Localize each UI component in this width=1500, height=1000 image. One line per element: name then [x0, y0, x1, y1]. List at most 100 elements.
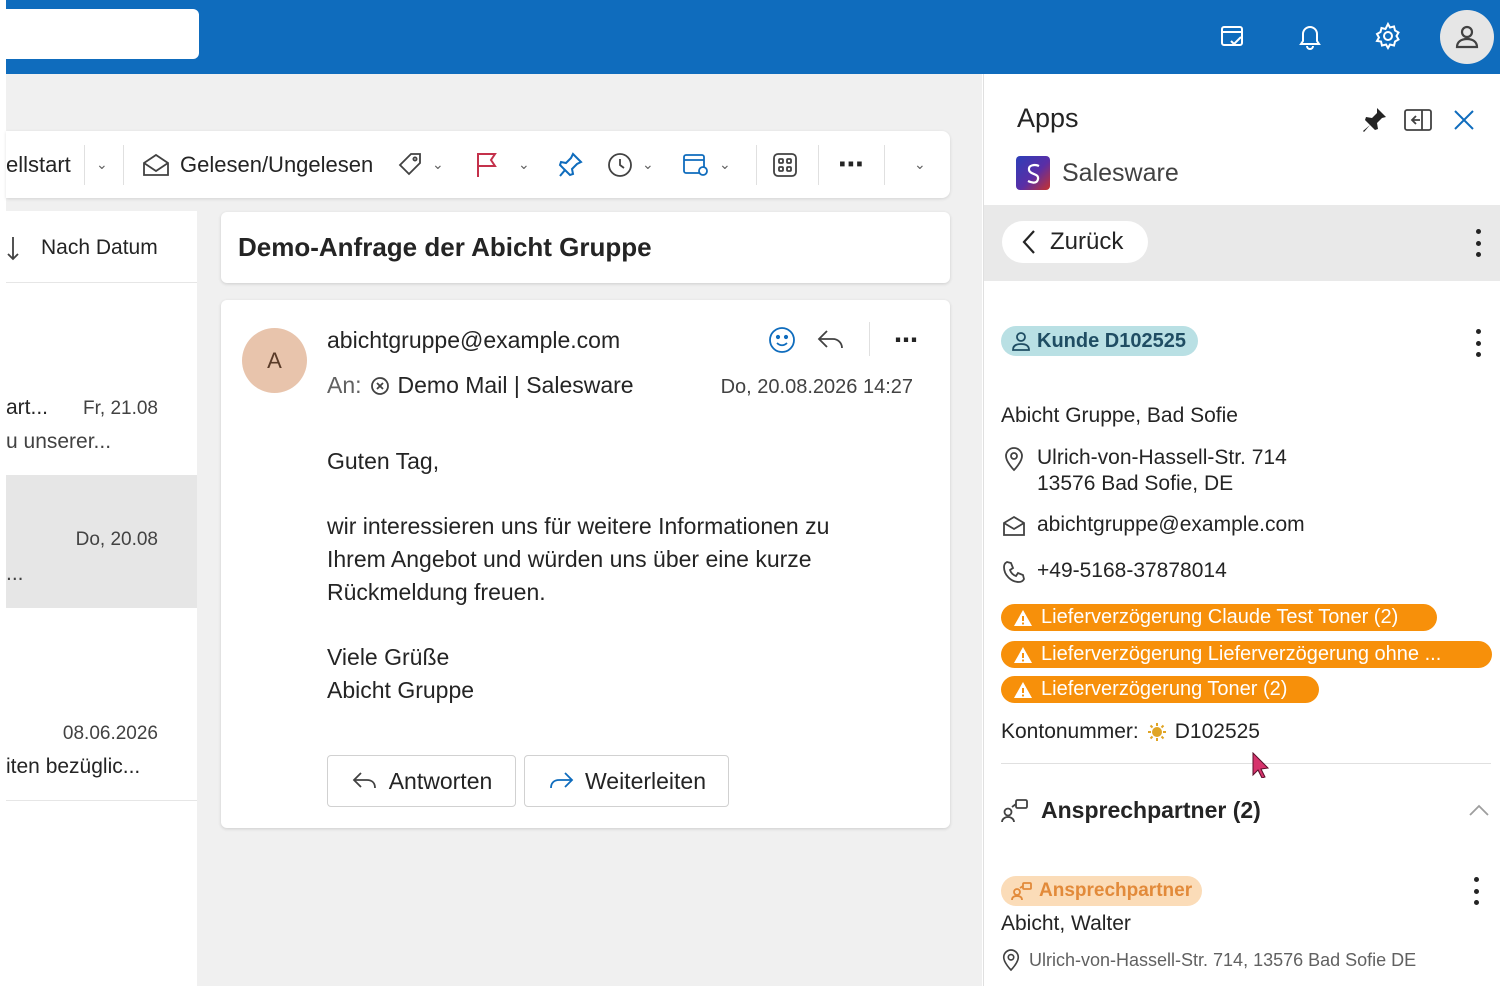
address-line2: 13576 Bad Sofie, DE [1037, 472, 1234, 495]
sort-row[interactable]: Nach Datum [6, 211, 197, 283]
reply-label: Antworten [388, 767, 493, 794]
warning-triangle-icon [1014, 646, 1032, 663]
chevron-down-icon: ⌄ [96, 156, 108, 172]
toolbar-divider [818, 145, 819, 185]
pane-title: Apps [1017, 103, 1079, 133]
company-name: Abicht Gruppe, Bad Sofie [1001, 404, 1238, 427]
toolbar-divider [84, 145, 85, 185]
back-button[interactable]: Zurück [1002, 221, 1148, 263]
calendar-settings-icon [683, 153, 708, 176]
account-row: Kontonummer: D102525 [1001, 720, 1260, 744]
apps-grid-icon [773, 152, 797, 177]
snooze-button[interactable]: ⌄ [606, 131, 654, 198]
list-item-date: 08.06.2026 [62, 723, 158, 744]
more-vertical-icon[interactable] [1468, 226, 1488, 260]
warning-label: Lieferverzögerung Claude Test Toner (2) [1041, 606, 1399, 628]
chevron-down-icon: ⌄ [518, 156, 530, 172]
expand-ribbon-button[interactable]: ⌄ [914, 131, 926, 198]
clock-icon [608, 152, 632, 177]
phone-icon [1001, 559, 1027, 585]
contacts-title: Ansprechpartner (2) [1041, 797, 1261, 823]
read-unread-button[interactable]: Gelesen/Ungelesen [142, 131, 373, 198]
address-row: Ulrich-von-Hassell-Str. 714 13576 Bad So… [1001, 446, 1287, 496]
flag-button[interactable]: ⌄ [474, 131, 530, 198]
email-row[interactable]: abichtgruppe@example.com [1001, 513, 1305, 539]
salesware-logo [1016, 156, 1050, 190]
pin-button[interactable] [556, 131, 584, 198]
forward-label: Weiterleiten [584, 767, 707, 794]
message-date: Do, 20.08.2026 14:27 [720, 376, 913, 398]
section-divider [1001, 763, 1491, 764]
apps-button[interactable] [771, 131, 799, 198]
list-item-date: Do, 20.08 [75, 529, 158, 550]
warning-badge[interactable]: Lieferverzögerung Lieferverzögerung ohne… [1001, 641, 1492, 668]
close-icon[interactable] [1446, 102, 1482, 138]
address-line1: Ulrich-von-Hassell-Str. 714 [1037, 446, 1287, 469]
customer-phone: +49-5168-37878014 [1037, 559, 1227, 582]
toolbar-divider [123, 145, 124, 185]
sender-avatar[interactable]: A [242, 328, 307, 393]
toolbar-divider [756, 145, 757, 185]
chevron-down-icon: ⌄ [719, 156, 731, 172]
sender-email[interactable]: abichtgruppe@example.com [327, 327, 620, 354]
body-line: Ihrem Angebot und würden uns über eine k… [327, 546, 812, 572]
chevron-up-icon[interactable] [1468, 803, 1490, 822]
more-options-icon[interactable]: ⋯ [838, 131, 865, 198]
list-item-date: Fr, 21.08 [83, 398, 158, 419]
account-value[interactable]: D102525 [1175, 720, 1260, 744]
task-icon[interactable] [1211, 14, 1255, 58]
body-line: Abicht Gruppe [327, 677, 475, 703]
to-label: An: [327, 372, 362, 398]
list-item-preview: ... [6, 562, 24, 585]
contacts-section-header[interactable]: Ansprechpartner (2) [1001, 797, 1261, 824]
list-item-selected[interactable]: Do, 20.08 ... [6, 476, 197, 608]
sun-badge-icon [1147, 723, 1166, 741]
forward-arrow-icon [550, 772, 574, 789]
rules-button[interactable]: ⌄ [681, 131, 731, 198]
app-name: Salesware [1062, 158, 1179, 187]
phone-row[interactable]: +49-5168-37878014 [1001, 559, 1227, 585]
message-subject: Demo-Anfrage der Abicht Gruppe [238, 232, 652, 262]
gear-icon[interactable] [1366, 14, 1410, 58]
chevron-down-icon: ⌄ [432, 156, 444, 172]
warning-badge[interactable]: Lieferverzögerung Claude Test Toner (2) [1001, 604, 1437, 631]
recipient-status-icon [370, 376, 389, 395]
customer-badge-label: Kunde D102525 [1037, 329, 1186, 352]
forward-button[interactable]: Weiterleiten [524, 755, 729, 807]
more-vertical-icon[interactable] [1466, 874, 1486, 908]
list-item-sender: art... [6, 396, 49, 419]
reply-icon[interactable] [813, 322, 849, 358]
warning-triangle-icon [1014, 681, 1032, 698]
contact-name: Abicht, Walter [1001, 912, 1131, 935]
contact-address: Ulrich-von-Hassell-Str. 714, 13576 Bad S… [1029, 949, 1417, 970]
apps-pane: Apps Salesware Zurück Kunde D102525 Abic… [983, 74, 1500, 986]
quickstart-button[interactable]: ellstart [6, 131, 71, 198]
app-header: Salesware [1016, 156, 1179, 190]
user-avatar-icon[interactable] [1440, 10, 1494, 64]
warning-label: Lieferverzögerung Toner (2) [1041, 678, 1288, 700]
recipient-line: An: Demo Mail | Salesware [327, 372, 634, 399]
tag-button[interactable]: ⌄ [396, 131, 444, 198]
body-line: Guten Tag, [327, 448, 440, 474]
quickstart-dropdown[interactable]: ⌄ [96, 131, 108, 198]
more-options-icon[interactable]: ⋯ [888, 322, 924, 358]
list-item-preview: iten bezüglic... [6, 755, 141, 778]
search-input[interactable] [6, 9, 199, 59]
navigation-bar: Zurück [984, 205, 1500, 281]
more-vertical-icon[interactable] [1468, 326, 1488, 360]
recipient-name[interactable]: Demo Mail | Salesware [398, 372, 634, 399]
dock-panel-icon[interactable] [1400, 102, 1436, 138]
list-item[interactable]: art... Fr, 21.08 u unserer... [6, 344, 197, 476]
pin-icon[interactable] [1356, 102, 1392, 138]
read-unread-label: Gelesen/Ungelesen [180, 151, 374, 177]
reply-button[interactable]: Antworten [327, 755, 516, 807]
emoji-react-icon[interactable] [764, 322, 800, 358]
pin-icon [558, 151, 583, 177]
contact-badge[interactable]: Ansprechpartner [1001, 876, 1203, 906]
person-icon [1012, 332, 1030, 351]
location-pin-icon [1002, 949, 1020, 972]
list-item[interactable]: 08.06.2026 iten bezüglic... [6, 669, 197, 801]
bell-icon[interactable] [1288, 14, 1332, 58]
customer-badge[interactable]: Kunde D102525 [1001, 326, 1198, 356]
warning-badge[interactable]: Lieferverzögerung Toner (2) [1001, 676, 1319, 703]
